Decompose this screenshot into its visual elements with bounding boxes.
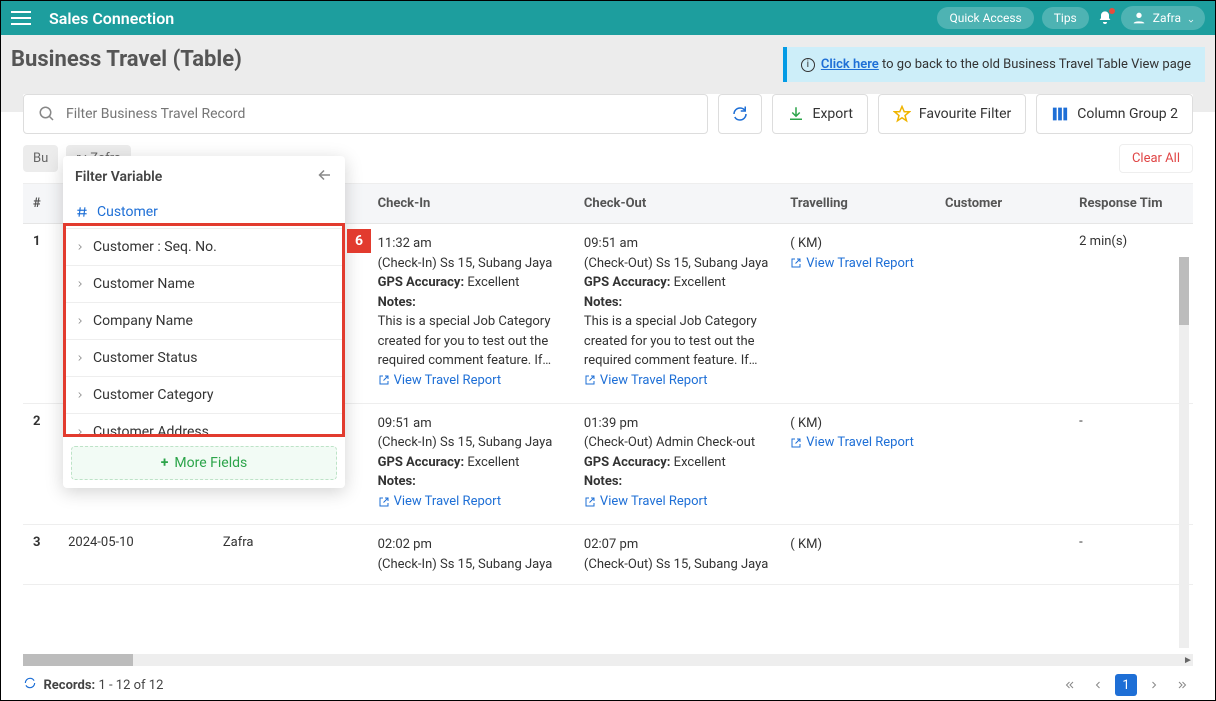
col-header[interactable]: Customer — [935, 184, 1069, 224]
col-header[interactable]: # — [23, 184, 58, 224]
export-button[interactable]: Export — [772, 94, 868, 134]
col-header[interactable]: Check-In — [368, 184, 574, 224]
filter-item[interactable]: Customer Status — [63, 339, 345, 376]
view-travel-report-link[interactable]: View Travel Report — [790, 433, 914, 453]
records-label: Records: — [43, 678, 95, 693]
view-travel-report-link[interactable]: View Travel Report — [584, 371, 708, 391]
info-icon: i — [801, 58, 815, 72]
filter-item[interactable]: Customer : Seq. No. — [63, 228, 345, 265]
banner-link[interactable]: Click here — [821, 57, 879, 72]
search-icon — [38, 105, 56, 123]
more-fields-label: More Fields — [174, 455, 247, 471]
page-number[interactable]: 1 — [1115, 674, 1137, 696]
banner-text: to go back to the old Business Travel Ta… — [882, 57, 1191, 72]
clear-all-button[interactable]: Clear All — [1119, 144, 1193, 173]
more-fields-button[interactable]: + More Fields — [71, 446, 337, 480]
col-header[interactable]: Response Tim — [1069, 184, 1193, 224]
page-title: Business Travel (Table) — [11, 47, 242, 72]
filter-variable-popup: Filter Variable Customer Customer : Seq.… — [63, 156, 345, 488]
filter-item[interactable]: Customer Name — [63, 265, 345, 302]
info-banner: i Click here to go back to the old Busin… — [783, 47, 1205, 82]
filter-item[interactable]: Company Name — [63, 302, 345, 339]
refresh-icon[interactable] — [23, 676, 37, 694]
annotation-badge: 6 — [347, 229, 371, 253]
search-input[interactable] — [66, 106, 693, 122]
hamburger-icon[interactable] — [11, 11, 31, 25]
tips-button[interactable]: Tips — [1042, 7, 1089, 29]
quick-access-button[interactable]: Quick Access — [937, 7, 1033, 29]
user-name: Zafra — [1153, 11, 1181, 25]
column-group-button[interactable]: Column Group 2 — [1036, 94, 1193, 134]
filter-item[interactable]: Customer Address — [63, 413, 345, 438]
page-last[interactable] — [1171, 674, 1193, 696]
records-range: 1 - 12 of 12 — [98, 678, 163, 693]
avatar-icon — [1131, 10, 1147, 26]
col-header[interactable]: Check-Out — [574, 184, 780, 224]
filter-popup-customer[interactable]: Customer — [97, 204, 158, 220]
bell-icon[interactable] — [1097, 10, 1113, 26]
horizontal-scrollbar[interactable]: ◄ ► — [23, 654, 1193, 666]
table-row: 32024-05-10Zafra02:02 pm(Check-In) Ss 15… — [23, 525, 1193, 585]
col-header[interactable]: Travelling — [780, 184, 935, 224]
hash-icon — [75, 205, 89, 219]
app-title: Sales Connection — [49, 9, 174, 28]
topbar: Sales Connection Quick Access Tips Zafra — [1, 1, 1215, 35]
page-first[interactable] — [1059, 674, 1081, 696]
page-prev[interactable] — [1087, 674, 1109, 696]
export-label: Export — [813, 106, 853, 122]
filter-item[interactable]: Customer Category — [63, 376, 345, 413]
view-travel-report-link[interactable]: View Travel Report — [790, 254, 914, 274]
scroll-right-icon[interactable]: ► — [1181, 654, 1195, 666]
filter-chip[interactable]: Bu — [23, 145, 58, 172]
refresh-button[interactable] — [718, 94, 762, 134]
page-next[interactable] — [1143, 674, 1165, 696]
search-input-wrap — [23, 94, 708, 134]
view-travel-report-link[interactable]: View Travel Report — [378, 492, 502, 512]
favourite-filter-button[interactable]: Favourite Filter — [878, 94, 1026, 134]
filter-popup-title: Filter Variable — [75, 169, 162, 185]
vertical-scrollbar[interactable] — [1179, 257, 1189, 648]
user-menu[interactable]: Zafra — [1121, 6, 1205, 30]
back-icon[interactable] — [315, 166, 333, 188]
view-travel-report-link[interactable]: View Travel Report — [584, 492, 708, 512]
favourite-filter-label: Favourite Filter — [919, 106, 1011, 122]
chevron-down-icon — [1187, 14, 1195, 22]
view-travel-report-link[interactable]: View Travel Report — [378, 371, 502, 391]
column-group-label: Column Group 2 — [1077, 106, 1178, 122]
